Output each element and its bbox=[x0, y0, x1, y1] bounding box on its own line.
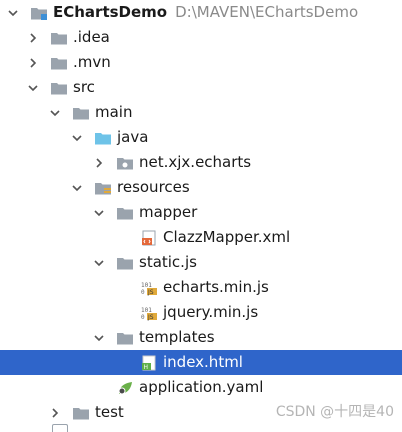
chevron-right-icon[interactable] bbox=[48, 406, 62, 420]
js-file-icon: 101 0 JS bbox=[140, 280, 158, 296]
chevron-right-icon[interactable] bbox=[92, 156, 106, 170]
folder-icon bbox=[72, 105, 90, 121]
tree-item-idea[interactable]: .idea bbox=[0, 25, 402, 50]
folder-icon bbox=[116, 205, 134, 221]
chevron-down-icon[interactable] bbox=[92, 256, 106, 270]
chevron-down-icon[interactable] bbox=[70, 181, 84, 195]
tree-item-mapper[interactable]: mapper bbox=[0, 200, 402, 225]
chevron-down-icon[interactable] bbox=[70, 131, 84, 145]
folder-icon bbox=[50, 30, 68, 46]
tree-item-main[interactable]: main bbox=[0, 100, 402, 125]
js-file-icon: 101 0 JS bbox=[140, 305, 158, 321]
tree-item-package[interactable]: net.xjx.echarts bbox=[0, 150, 402, 175]
tree-item-jquery-file[interactable]: 101 0 JS jquery.min.js bbox=[0, 300, 402, 325]
tree-item-mvn[interactable]: .mvn bbox=[0, 50, 402, 75]
tree-item-label: main bbox=[95, 103, 133, 121]
watermark: CSDN @十四是40 bbox=[275, 404, 394, 420]
xml-file-icon bbox=[140, 230, 158, 246]
source-folder-icon bbox=[94, 130, 112, 146]
project-name: EChartsDemo bbox=[53, 3, 168, 21]
chevron-down-icon[interactable] bbox=[48, 106, 62, 120]
svg-text:H: H bbox=[144, 364, 149, 371]
svg-text:0: 0 bbox=[141, 289, 145, 296]
folder-icon bbox=[50, 80, 68, 96]
tree-item-label: jquery.min.js bbox=[163, 303, 259, 321]
tree-item-src[interactable]: src bbox=[0, 75, 402, 100]
tree-item-label: index.html bbox=[163, 353, 243, 371]
chevron-right-icon[interactable] bbox=[26, 56, 40, 70]
tree-item-java[interactable]: java bbox=[0, 125, 402, 150]
svg-text:101: 101 bbox=[141, 307, 152, 314]
tree-item-project-root[interactable]: EChartsDemo D:\MAVEN\EChartsDemo bbox=[0, 0, 402, 25]
folder-icon bbox=[72, 405, 90, 421]
tree-item-label: test bbox=[95, 403, 124, 421]
tree-item-label: src bbox=[73, 78, 95, 96]
folder-icon bbox=[116, 330, 134, 346]
chevron-down-icon[interactable] bbox=[6, 6, 20, 20]
tree-item-index-file[interactable]: H index.html bbox=[0, 350, 402, 375]
tree-item-label: templates bbox=[139, 328, 215, 346]
svg-text:JS: JS bbox=[147, 314, 154, 321]
folder-icon bbox=[116, 255, 134, 271]
tree-item-label: application.yaml bbox=[139, 378, 264, 396]
svg-text:0: 0 bbox=[141, 314, 145, 321]
folder-icon bbox=[50, 55, 68, 71]
project-tree: EChartsDemo D:\MAVEN\EChartsDemo .idea .… bbox=[0, 0, 402, 425]
tree-item-label: net.xjx.echarts bbox=[139, 153, 252, 171]
tree-item-echarts-file[interactable]: 101 0 JS echarts.min.js bbox=[0, 275, 402, 300]
spring-config-icon bbox=[116, 380, 134, 396]
tree-item-label: .idea bbox=[73, 28, 110, 46]
tree-item-templates[interactable]: templates bbox=[0, 325, 402, 350]
module-folder-icon bbox=[30, 5, 48, 21]
package-icon bbox=[116, 155, 134, 171]
tree-item-label: static.js bbox=[139, 253, 197, 271]
chevron-down-icon[interactable] bbox=[92, 206, 106, 220]
tree-item-app-yaml[interactable]: application.yaml bbox=[0, 375, 402, 400]
svg-text:101: 101 bbox=[141, 282, 152, 289]
svg-text:JS: JS bbox=[147, 289, 154, 296]
chevron-down-icon[interactable] bbox=[92, 331, 106, 345]
tree-item-label: mapper bbox=[139, 203, 198, 221]
tree-item-mapper-file[interactable]: ClazzMapper.xml bbox=[0, 225, 402, 250]
tree-item-static[interactable]: static.js bbox=[0, 250, 402, 275]
tree-item-label: java bbox=[117, 128, 149, 146]
chevron-right-icon[interactable] bbox=[26, 31, 40, 45]
tree-item-label: echarts.min.js bbox=[163, 278, 269, 296]
resources-folder-icon bbox=[94, 180, 112, 196]
tree-item-resources[interactable]: resources bbox=[0, 175, 402, 200]
project-path: D:\MAVEN\EChartsDemo bbox=[175, 3, 359, 21]
chevron-down-icon[interactable] bbox=[26, 81, 40, 95]
tree-item-label: ClazzMapper.xml bbox=[163, 228, 291, 246]
tree-item-label: .mvn bbox=[73, 53, 111, 71]
tree-item-label: resources bbox=[117, 178, 190, 196]
html-file-icon: H bbox=[140, 355, 158, 371]
